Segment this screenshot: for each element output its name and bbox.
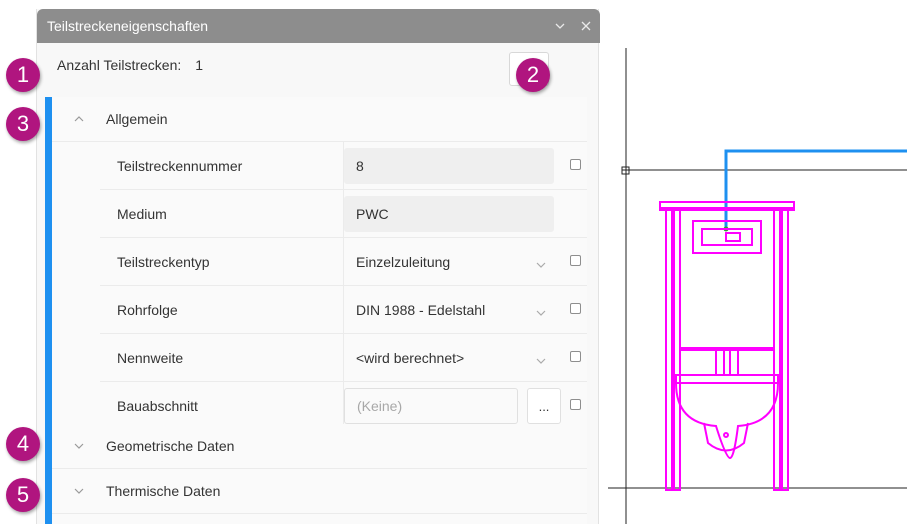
collapse-icon[interactable] xyxy=(548,14,572,38)
chevron-down-icon xyxy=(52,488,106,494)
group-label: Thermische Daten xyxy=(106,483,221,499)
property-name: Nennweite xyxy=(100,334,344,382)
property-row-teilstreckennummer: Teilstreckennummer 8 xyxy=(100,142,587,190)
property-name: Bauabschnitt xyxy=(100,382,344,430)
property-row-teilstreckentyp: Teilstreckentyp Einzelzuleitung xyxy=(100,238,587,286)
callout-badge-2: 2 xyxy=(516,58,550,92)
medium-field[interactable]: PWC xyxy=(344,196,554,232)
group-header-thermische-daten[interactable]: Thermische Daten xyxy=(52,469,587,514)
panel-titlebar: Teilstreckeneigenschaften xyxy=(37,9,600,43)
property-name: Rohrfolge xyxy=(100,286,344,334)
callout-badge-1: 1 xyxy=(6,58,40,92)
property-row-bauabschnitt: Bauabschnitt (Keine) ... xyxy=(100,382,587,430)
select-value: Einzelzuleitung xyxy=(356,254,451,270)
count-label: Anzahl Teilstrecken: xyxy=(57,57,182,73)
property-row-medium: Medium PWC xyxy=(100,190,587,238)
checkbox[interactable] xyxy=(570,303,581,314)
chevron-down-icon xyxy=(536,351,546,367)
checkbox[interactable] xyxy=(570,255,581,266)
checkbox[interactable] xyxy=(570,351,581,362)
callout-badge-3: 3 xyxy=(6,107,40,141)
callout-badge-4: 4 xyxy=(6,427,40,461)
checkbox[interactable] xyxy=(570,399,581,410)
property-name: Medium xyxy=(100,190,344,238)
group-header-geometrische-daten[interactable]: Geometrische Daten xyxy=(52,424,587,469)
count-value: 1 xyxy=(195,57,204,73)
chevron-down-icon xyxy=(536,255,546,271)
property-row-nennweite: Nennweite <wird berechnet> xyxy=(100,334,587,382)
callout-badge-5: 5 xyxy=(6,478,40,512)
nennweite-select[interactable]: <wird berechnet> xyxy=(344,340,554,376)
group-label: Geometrische Daten xyxy=(106,438,235,454)
group-header-allgemein[interactable]: Allgemein xyxy=(52,97,587,142)
property-name: Teilstreckennummer xyxy=(100,142,344,190)
checkbox[interactable] xyxy=(570,159,581,170)
selection-accent-bar xyxy=(45,97,52,524)
panel-title: Teilstreckeneigenschaften xyxy=(47,18,209,34)
rohrfolge-select[interactable]: DIN 1988 - Edelstahl xyxy=(344,292,554,328)
group-label: Allgemein xyxy=(106,111,168,127)
cad-drawing-canvas[interactable] xyxy=(608,48,907,524)
property-name: Teilstreckentyp xyxy=(100,238,344,286)
teilstreckennummer-field[interactable]: 8 xyxy=(344,148,554,184)
teilstreckentyp-select[interactable]: Einzelzuleitung xyxy=(344,244,554,280)
select-value: <wird berechnet> xyxy=(356,350,465,366)
property-row-rohrfolge: Rohrfolge DIN 1988 - Edelstahl xyxy=(100,286,587,334)
canvas-divider xyxy=(600,0,608,524)
browse-button[interactable]: ... xyxy=(527,388,561,424)
section-count: Anzahl Teilstrecken: 1 xyxy=(37,51,203,79)
bauabschnitt-field: (Keine) xyxy=(344,388,518,424)
select-value: DIN 1988 - Edelstahl xyxy=(356,302,486,318)
close-icon[interactable] xyxy=(574,14,598,38)
chevron-up-icon xyxy=(52,116,106,122)
chevron-down-icon xyxy=(52,443,106,449)
chevron-down-icon xyxy=(536,303,546,319)
